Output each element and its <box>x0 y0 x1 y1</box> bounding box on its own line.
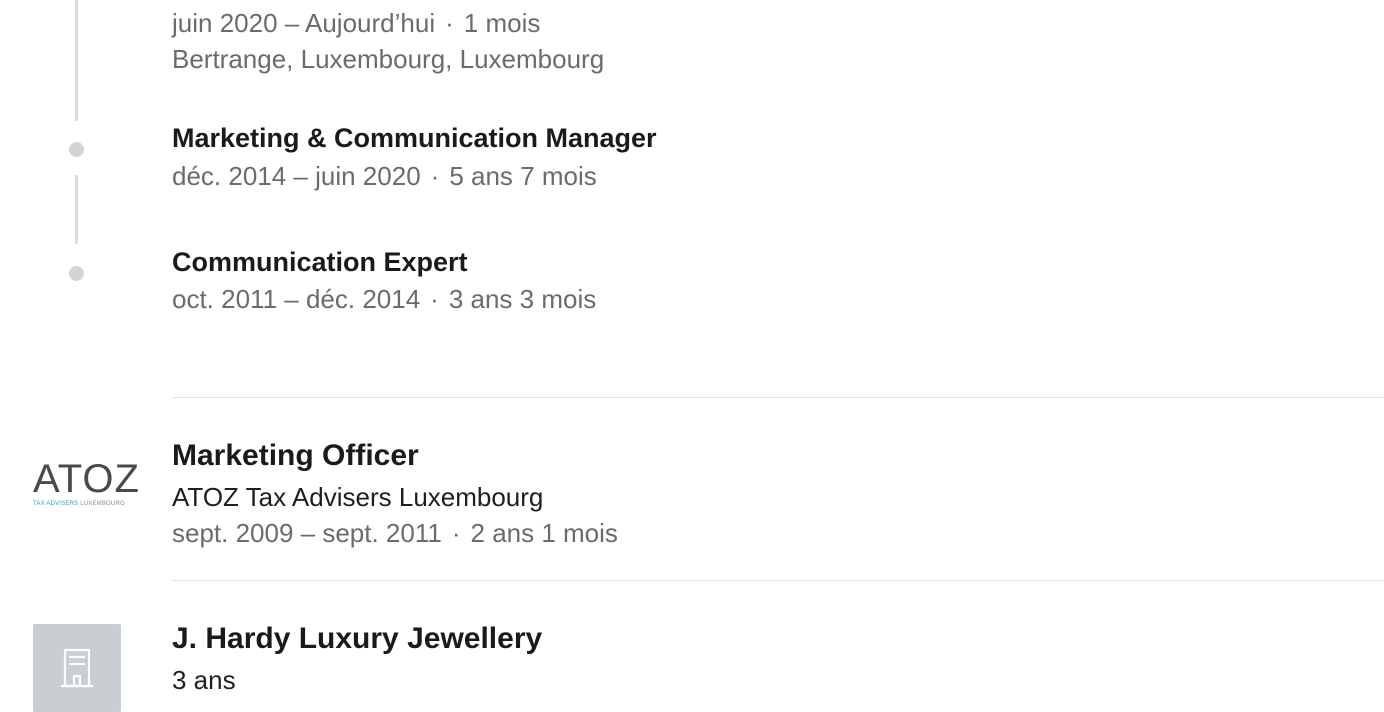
timeline-dot <box>69 142 84 157</box>
role-title[interactable]: Communication Expert <box>172 247 468 278</box>
role-dates: déc. 2014 – juin 2020 <box>172 161 421 191</box>
separator-dot: · <box>451 518 461 548</box>
separator-dot: · <box>430 161 440 191</box>
position-dates-row: sept. 2009 – sept. 2011 · 2 ans 1 mois <box>172 518 618 549</box>
timeline-connector <box>75 175 78 244</box>
role-duration: 3 ans 3 mois <box>448 284 597 314</box>
separator-dot: · <box>430 284 439 314</box>
company-logo-placeholder[interactable] <box>33 624 121 712</box>
role-dates-row: déc. 2014 – juin 2020 · 5 ans 7 mois <box>172 161 597 192</box>
section-divider <box>172 580 1384 581</box>
position-duration: 2 ans 1 mois <box>470 518 618 548</box>
role-dates-row: oct. 2011 – déc. 2014 · 3 ans 3 mois <box>172 284 596 315</box>
position-title[interactable]: Marketing Officer <box>172 439 419 473</box>
building-icon <box>61 648 93 688</box>
role-dates: oct. 2011 – déc. 2014 <box>172 284 421 314</box>
role-duration: 5 ans 7 mois <box>449 161 597 191</box>
position-company[interactable]: ATOZ Tax Advisers Luxembourg <box>172 482 543 513</box>
timeline-connector <box>75 0 78 121</box>
role-title[interactable]: Marketing & Communication Manager <box>172 123 657 154</box>
section-divider <box>172 397 1384 398</box>
position-dates: sept. 2009 – sept. 2011 <box>172 518 442 548</box>
position-title[interactable]: J. Hardy Luxury Jewellery <box>172 622 542 656</box>
atoz-logo-tagline: TAX ADVISERS LUXEMBOURG <box>33 501 125 507</box>
atoz-company-logo[interactable]: ATOZ TAX ADVISERS LUXEMBOURG <box>33 457 140 518</box>
atoz-logo-tagline-part2: LUXEMBOURG <box>80 501 125 507</box>
current-role-location: Bertrange, Luxembourg, Luxembourg <box>172 44 605 74</box>
atoz-logo-word: ATOZ <box>33 457 140 501</box>
separator-dot: · <box>445 8 454 38</box>
current-role-duration: 1 mois <box>463 8 541 38</box>
position-duration: 3 ans <box>172 665 236 695</box>
current-role-dates-row: juin 2020 – Aujourd’hui · 1 mois <box>172 8 540 39</box>
atoz-logo-tagline-part1: TAX ADVISERS <box>33 501 79 507</box>
current-role-dates: juin 2020 – Aujourd’hui <box>172 8 436 38</box>
timeline-dot <box>69 266 84 281</box>
